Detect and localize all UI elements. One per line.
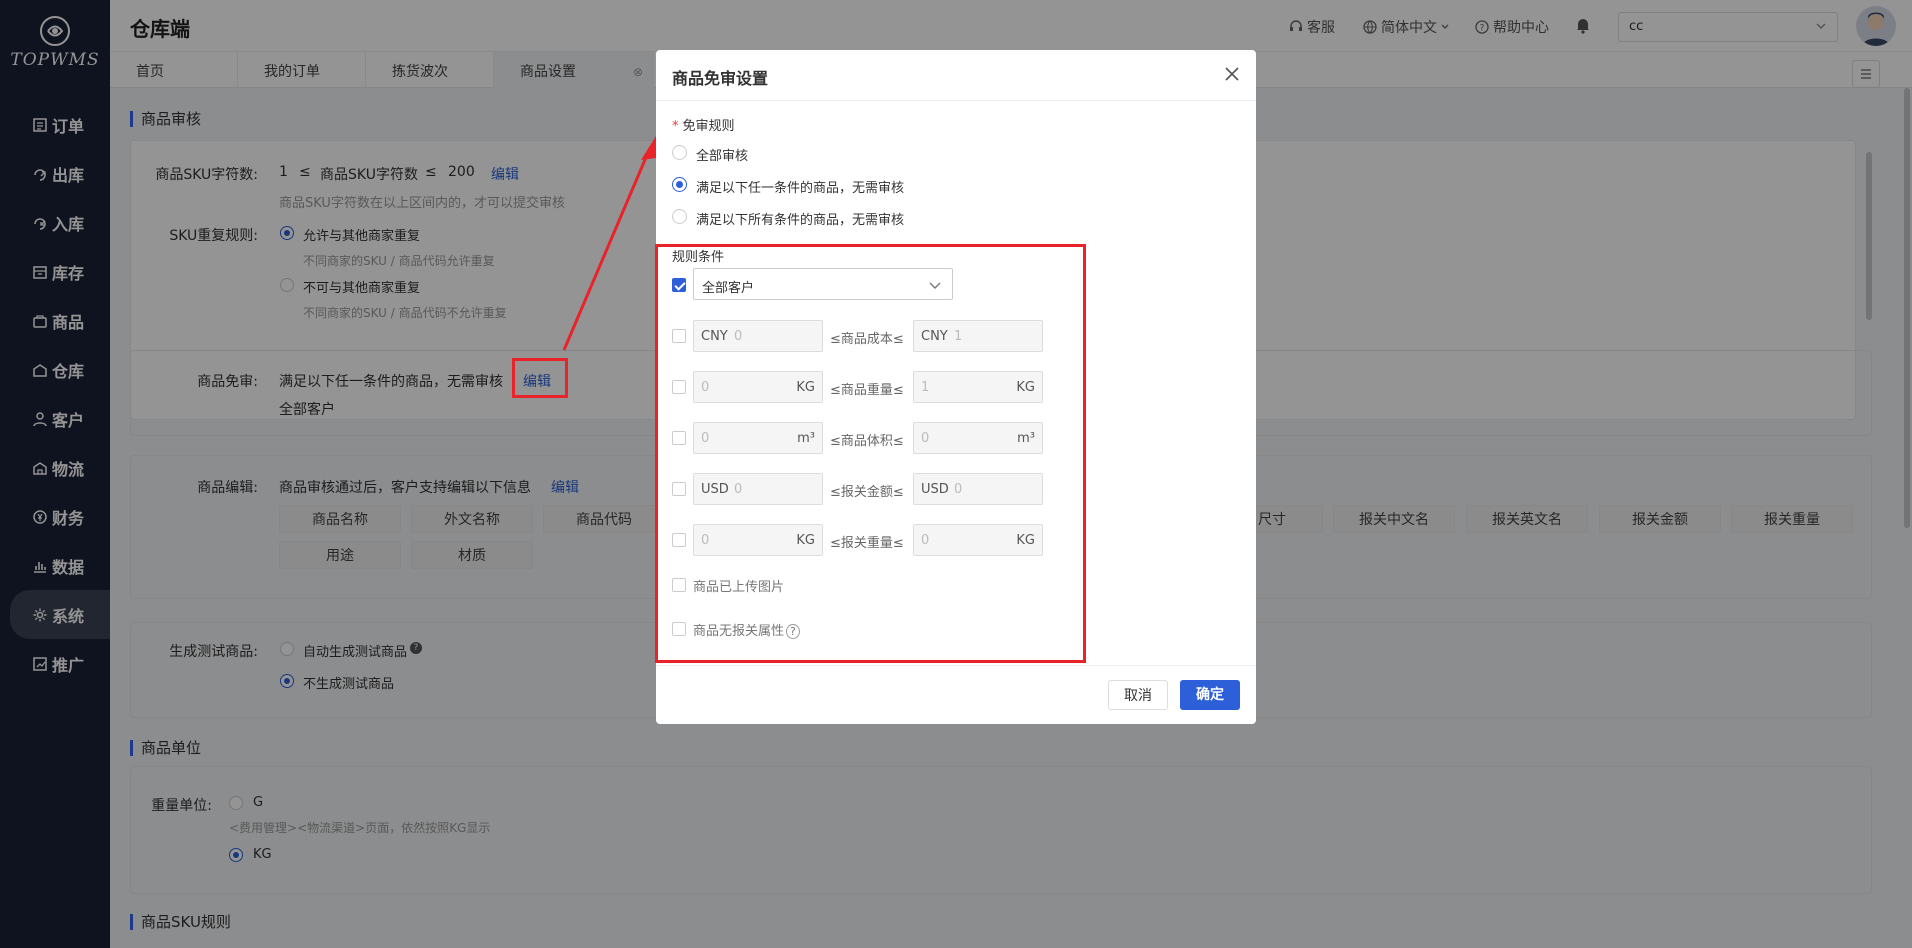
- cancel-button[interactable]: 取消: [1108, 680, 1168, 710]
- rule-option-label: 满足以下所有条件的商品，无需审核: [696, 213, 905, 228]
- required-mark: *: [672, 119, 679, 134]
- rule-radio-all[interactable]: [672, 145, 687, 160]
- rule-radio-every[interactable]: [672, 209, 687, 224]
- annotation-box-edit: [512, 358, 568, 398]
- annotation-box-conditions: [655, 244, 1086, 663]
- dialog-header-divider: [656, 100, 1256, 101]
- confirm-button[interactable]: 确定: [1180, 680, 1240, 710]
- rule-option-label: 全部审核: [696, 149, 749, 164]
- rule-label-text: 免审规则: [682, 119, 735, 134]
- rule-label: * 免审规则: [672, 115, 735, 134]
- rule-radio-any[interactable]: [672, 177, 687, 192]
- dialog-title: 商品免审设置: [672, 69, 769, 88]
- dialog-footer-divider: [656, 665, 1256, 666]
- close-icon[interactable]: [1222, 64, 1242, 84]
- rule-option-label: 满足以下任一条件的商品，无需审核: [696, 181, 905, 196]
